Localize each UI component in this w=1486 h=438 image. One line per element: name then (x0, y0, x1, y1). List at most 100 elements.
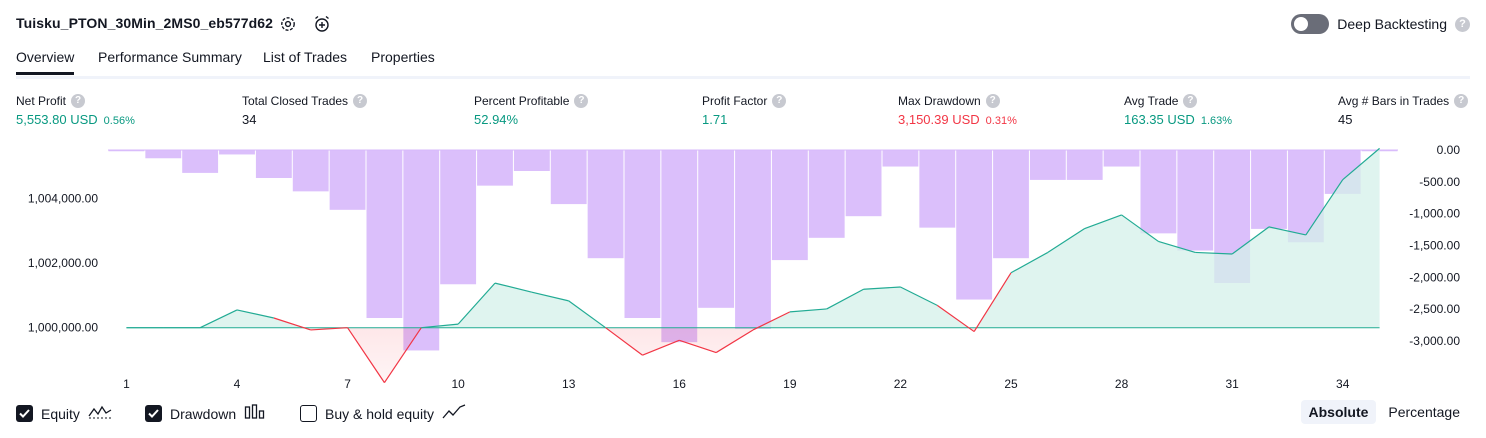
value-mode-switch: Absolute Percentage (1300, 400, 1469, 424)
metric-label: Max Drawdown (898, 94, 981, 108)
metric-label: Avg Trade (1124, 94, 1179, 108)
drawdown-bar (882, 150, 919, 167)
drawdown-bar (956, 150, 993, 300)
right-axis-tick-label: -3,000.00 (1409, 334, 1460, 348)
drawdown-bar (366, 150, 403, 318)
metric-label: Profit Factor (702, 94, 768, 108)
right-axis-tick-label: 0.00 (1437, 143, 1461, 157)
metric-value: 1.71 (702, 112, 728, 127)
drawdown-bar (255, 150, 292, 178)
legend-equity-toggle[interactable]: Equity (16, 404, 112, 423)
metric-label: Net Profit (16, 94, 67, 108)
legend-buyhold-label: Buy & hold equity (325, 405, 434, 422)
metric-percent: 1.63% (1200, 115, 1233, 127)
left-axis-tick-label: 1,000,000.00 (28, 321, 98, 335)
x-axis-tick-label: 28 (1115, 377, 1129, 391)
help-icon[interactable]: ? (1455, 16, 1470, 32)
drawdown-checkbox[interactable] (145, 405, 162, 422)
metric-profit-factor: Profit Factor? 1.71 (702, 94, 787, 127)
x-axis-tick-label: 13 (562, 377, 576, 391)
left-axis-tick-label: 1,002,000.00 (28, 256, 98, 270)
legend-drawdown-label: Drawdown (170, 405, 237, 422)
drawdown-bar (1140, 150, 1177, 234)
tab-properties[interactable]: Properties (371, 49, 435, 72)
info-icon[interactable]: ? (71, 94, 86, 108)
metric-label: Avg # Bars in Trades (1338, 94, 1450, 108)
metric-percent: 0.56% (103, 115, 135, 127)
deep-backtesting-toggle[interactable] (1291, 14, 1330, 34)
drawdown-bar (808, 150, 845, 238)
buyhold-checkbox[interactable] (300, 405, 317, 422)
info-icon[interactable]: ? (985, 94, 1000, 108)
metric-max-drawdown: Max Drawdown? 3,150.39 USD 0.31% (898, 94, 1017, 127)
legend-buyhold-toggle[interactable]: Buy & hold equity (300, 404, 466, 423)
toggle-knob (1294, 17, 1309, 31)
metric-net-profit: Net Profit? 5,553.80 USD 0.56% (16, 94, 135, 127)
drawdown-bar (219, 150, 255, 155)
right-axis-tick-label: -2,000.00 (1409, 270, 1460, 284)
metric-label: Percent Profitable (474, 94, 570, 108)
tab-list-of-trades[interactable]: List of Trades (263, 49, 347, 72)
x-axis-tick-label: 16 (673, 377, 687, 391)
metric-value: 163.35 USD (1124, 112, 1195, 127)
drawdown-bar (1177, 150, 1214, 251)
drawdown-bar (698, 150, 735, 308)
tab-performance-summary[interactable]: Performance Summary (98, 49, 242, 72)
x-axis-tick-label: 19 (783, 377, 797, 391)
left-axis-tick-label: 1,004,000.00 (28, 191, 98, 205)
drawdown-bar (993, 150, 1029, 259)
drawdown-bar (440, 150, 477, 285)
drawdown-bar (550, 150, 587, 205)
metric-value: 45 (1338, 112, 1353, 127)
tab-overview[interactable]: Overview (16, 49, 75, 75)
right-axis-tick-label: -1,500.00 (1409, 238, 1460, 252)
right-axis-tick-label: -1,000.00 (1409, 207, 1460, 221)
drawdown-bar (1029, 150, 1066, 180)
x-axis-tick-label: 7 (344, 377, 351, 391)
info-icon[interactable]: ? (1183, 94, 1198, 108)
equity-wave-icon (88, 404, 112, 423)
metric-percent: 0.31% (985, 115, 1017, 127)
info-icon[interactable]: ? (1454, 94, 1469, 108)
alarm-clock-plus-icon[interactable] (312, 14, 332, 34)
info-icon[interactable]: ? (574, 94, 589, 108)
x-axis-tick-label: 4 (234, 377, 241, 391)
metric-avg-trade: Avg Trade? 163.35 USD 1.63% (1124, 94, 1232, 127)
x-axis-tick-label: 25 (1004, 377, 1018, 391)
legend-drawdown-toggle[interactable]: Drawdown (145, 404, 266, 423)
gear-icon[interactable] (278, 14, 298, 34)
right-axis-tick-label: -500.00 (1419, 175, 1460, 189)
mode-absolute-button[interactable]: Absolute (1300, 400, 1377, 424)
metric-avg-bars-in-trades: Avg # Bars in Trades? 45 (1338, 94, 1469, 127)
report-tabs: Overview Performance Summary List of Tra… (16, 46, 1470, 79)
drawdown-bar (1066, 150, 1103, 180)
metrics-row: Net Profit? 5,553.80 USD 0.56% Total Clos… (0, 94, 1486, 134)
drawdown-bar (661, 150, 698, 343)
metric-value: 3,150.39 USD (898, 112, 980, 127)
drawdown-bar (624, 150, 661, 318)
x-axis-tick-label: 1 (123, 377, 130, 391)
x-axis-tick-label: 10 (451, 377, 465, 391)
equity-drawdown-chart[interactable]: 1,000,000.00 1,002,000.00 1,004,000.00 0.00… (0, 140, 1486, 398)
equity-checkbox[interactable] (16, 405, 33, 422)
drawdown-bar (587, 150, 624, 259)
drawdown-bar (771, 150, 808, 261)
drawdown-bar (292, 150, 329, 192)
drawdown-bar (108, 150, 145, 152)
drawdown-bar (403, 150, 440, 351)
mode-percentage-button[interactable]: Percentage (1380, 400, 1468, 424)
metric-label: Total Closed Trades (242, 94, 349, 108)
metric-value: 52.94% (474, 112, 519, 127)
metric-total-closed-trades: Total Closed Trades? 34 (242, 94, 368, 127)
metric-value: 34 (242, 112, 257, 127)
report-header: Tuisku_PTON_30Min_2MS0_eb577d62 Deep Bac… (16, 12, 1470, 38)
info-icon[interactable]: ? (353, 94, 368, 108)
drawdown-bar (919, 150, 956, 228)
info-icon[interactable]: ? (772, 94, 787, 108)
legend-equity-label: Equity (41, 405, 80, 422)
buy-hold-line-icon (442, 404, 466, 423)
drawdown-bar (182, 150, 219, 173)
deep-backtesting-label: Deep Backtesting (1337, 16, 1447, 32)
x-axis-tick-label: 22 (894, 377, 908, 391)
metric-value: 5,553.80 USD (16, 112, 98, 127)
